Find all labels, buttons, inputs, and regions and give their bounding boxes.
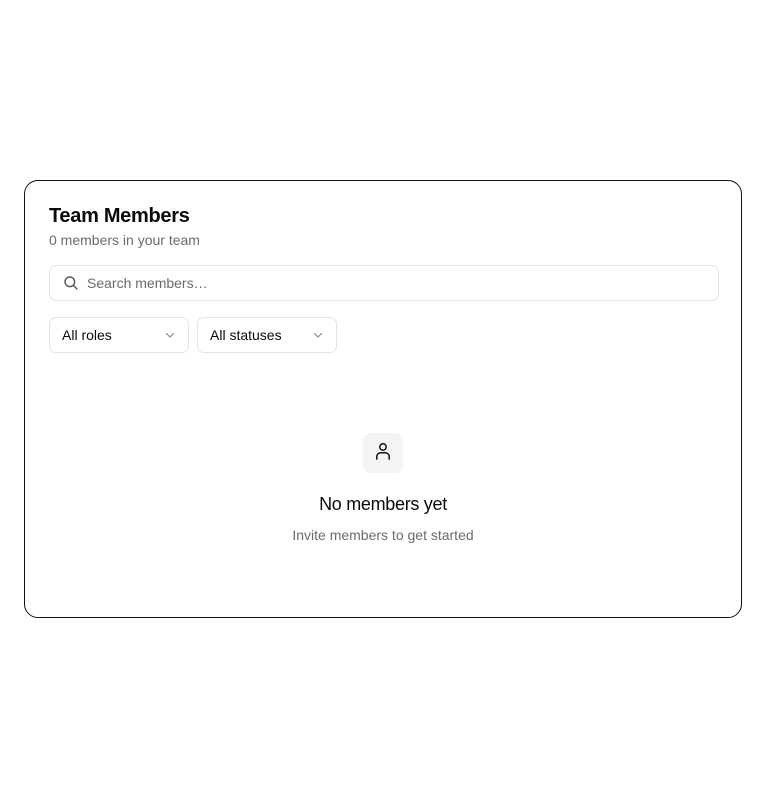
team-members-card: Team Members 0 members in your team All … xyxy=(24,180,742,618)
empty-state: No members yet Invite members to get sta… xyxy=(25,433,741,544)
search-input[interactable] xyxy=(87,268,718,298)
empty-state-icon-container xyxy=(363,433,403,473)
empty-state-description: Invite members to get started xyxy=(292,527,474,543)
empty-state-title: No members yet xyxy=(319,494,447,514)
chevron-down-icon xyxy=(164,329,176,341)
member-count-subtitle: 0 members in your team xyxy=(49,232,200,248)
role-filter-value: All roles xyxy=(62,327,112,343)
status-filter-value: All statuses xyxy=(210,327,282,343)
chevron-down-icon xyxy=(312,329,324,341)
user-icon xyxy=(373,441,393,466)
search-box[interactable] xyxy=(49,265,719,301)
role-filter-select[interactable]: All roles xyxy=(49,317,189,353)
page-title: Team Members xyxy=(49,205,190,227)
search-icon xyxy=(63,275,79,291)
status-filter-select[interactable]: All statuses xyxy=(197,317,337,353)
